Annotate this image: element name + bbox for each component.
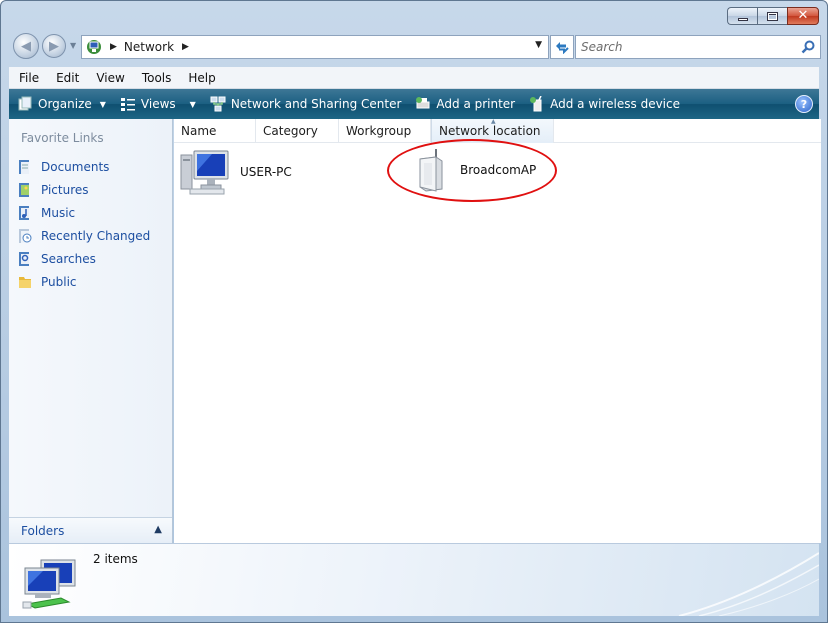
refresh-icon (556, 42, 569, 54)
pictures-icon (19, 182, 29, 197)
forward-arrow-icon: ▶ (49, 38, 59, 54)
favorite-link-label: Documents (41, 159, 110, 174)
item-count: 2 items (93, 552, 138, 566)
highlight-ring (387, 139, 557, 202)
favorite-link-label: Pictures (41, 182, 89, 197)
menu-edit[interactable]: Edit (56, 71, 79, 85)
add-printer-button[interactable]: Add a printer (415, 96, 515, 112)
breadcrumb-network[interactable]: Network (124, 40, 174, 54)
folders-label: Folders (21, 523, 65, 538)
search-input[interactable] (576, 36, 776, 58)
chevron-up-icon: ▲ (154, 524, 162, 535)
close-icon: ✕ (797, 8, 809, 23)
sort-arrow-icon: ▲ (491, 118, 496, 125)
menu-tools[interactable]: Tools (142, 71, 172, 85)
favorite-link-music[interactable]: Music (17, 201, 150, 224)
column-header-row: Name Category Workgroup Network location… (174, 118, 821, 143)
list-item-user-pc[interactable]: USER-PC (180, 149, 292, 195)
file-list: Name Category Workgroup Network location… (174, 118, 821, 543)
views-dropdown-icon: ▼ (189, 99, 196, 109)
favorite-link-label: Public (41, 274, 77, 289)
list-item-label: USER-PC (240, 165, 292, 179)
views-button[interactable]: Views ▼ (120, 96, 196, 112)
favorite-link-label: Recently Changed (41, 228, 151, 243)
organize-label: Organize (38, 97, 92, 111)
organize-icon (18, 96, 32, 111)
back-arrow-icon: ◀ (21, 38, 31, 54)
views-label: Views (140, 97, 176, 111)
organize-dropdown-icon: ▼ (99, 99, 106, 109)
favorite-links-list: Documents Pictures Music Recently Change… (17, 155, 150, 293)
network-computers-icon (22, 559, 76, 609)
recently-changed-icon (19, 228, 32, 243)
explorer-window: ✕ ◀ ▶ ▼ ▶ Network ▶ ▼ Search File Edit V… (0, 0, 828, 623)
command-bar: Organize ▼ Views ▼ Network and Sharing C… (9, 89, 819, 119)
navigation-bar: ◀ ▶ ▼ ▶ Network ▶ ▼ (9, 33, 821, 61)
details-pane: 2 items (9, 543, 819, 616)
views-icon (120, 98, 135, 111)
menu-view[interactable]: View (96, 71, 124, 85)
address-bar[interactable]: ▶ Network ▶ ▼ (81, 35, 549, 59)
network-sharing-icon (210, 96, 226, 112)
public-folder-icon (19, 276, 31, 288)
searches-icon (19, 251, 29, 266)
help-button[interactable]: ? (795, 95, 813, 113)
maximize-icon (767, 11, 778, 21)
breadcrumb-separator-icon[interactable]: ▶ (182, 42, 189, 52)
maximize-button[interactable] (757, 7, 787, 25)
organize-button[interactable]: Organize ▼ (17, 96, 106, 112)
network-icon (87, 40, 101, 54)
favorite-links-header: Favorite Links (21, 131, 104, 145)
computer-icon (180, 150, 229, 195)
favorite-link-pictures[interactable]: Pictures (17, 178, 150, 201)
minimize-button[interactable] (727, 7, 757, 25)
back-button[interactable]: ◀ (13, 33, 39, 59)
favorite-link-label: Music (41, 205, 76, 220)
forward-button[interactable]: ▶ (42, 34, 66, 58)
add-wireless-device-button[interactable]: Add a wireless device (529, 96, 680, 112)
column-header-category[interactable]: Category (256, 118, 339, 143)
column-header-name[interactable]: Name (174, 118, 256, 143)
favorite-link-searches[interactable]: Searches (17, 247, 150, 270)
documents-icon (19, 159, 29, 174)
breadcrumb-separator-icon[interactable]: ▶ (110, 42, 117, 52)
decorative-swoosh (678, 552, 819, 616)
search-box[interactable] (575, 35, 821, 59)
menu-help[interactable]: Help (188, 71, 215, 85)
address-dropdown-icon[interactable]: ▼ (535, 40, 542, 50)
favorite-link-documents[interactable]: Documents (17, 155, 150, 178)
favorite-link-label: Searches (41, 251, 96, 266)
minimize-icon (737, 18, 748, 21)
caption-buttons: ✕ (727, 7, 819, 25)
network-sharing-label: Network and Sharing Center (230, 97, 402, 111)
network-sharing-center-button[interactable]: Network and Sharing Center (210, 96, 402, 112)
wireless-device-icon (530, 96, 542, 112)
favorite-link-public[interactable]: Public (17, 270, 150, 293)
music-icon (19, 205, 29, 220)
column-header-workgroup[interactable]: Workgroup (339, 118, 431, 143)
folders-toggle[interactable]: Folders ▲ (9, 517, 172, 543)
navigation-pane: Favorite Links Documents Pictures Music … (9, 119, 173, 543)
add-wireless-label: Add a wireless device (550, 97, 680, 111)
refresh-button[interactable] (550, 35, 574, 59)
add-printer-label: Add a printer (436, 97, 516, 111)
menu-file[interactable]: File (19, 71, 39, 85)
menu-bar: File Edit View Tools Help (9, 67, 819, 89)
help-icon: ? (800, 97, 808, 111)
close-button[interactable]: ✕ (787, 7, 819, 25)
search-icon[interactable] (801, 40, 815, 54)
printer-icon (416, 97, 430, 109)
recent-pages-dropdown[interactable]: ▼ (70, 41, 76, 50)
favorite-link-recently-changed[interactable]: Recently Changed (17, 224, 150, 247)
